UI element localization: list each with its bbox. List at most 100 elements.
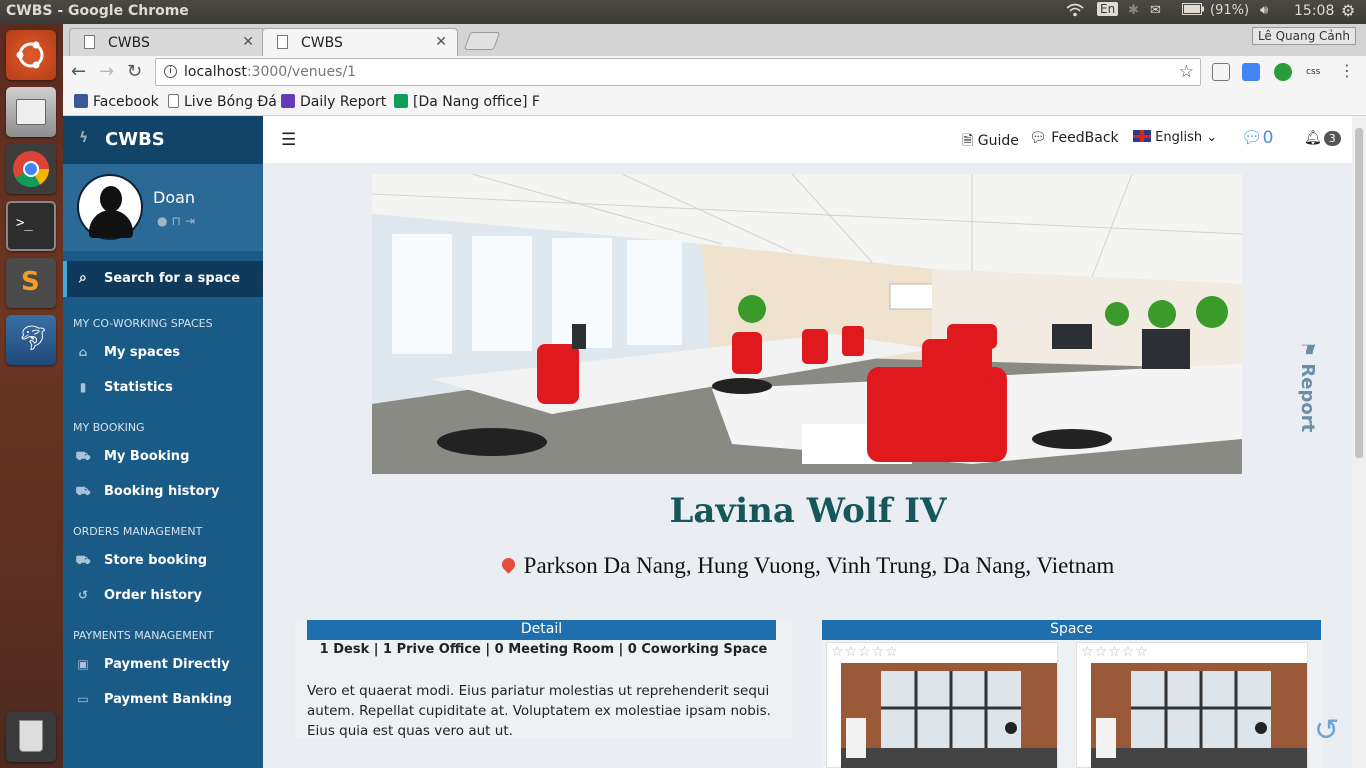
brand-name: CWBS	[105, 129, 165, 150]
venue-hero-image	[372, 174, 1242, 474]
close-tab-icon[interactable]: ✕	[435, 34, 447, 50]
info-icon[interactable]: i	[164, 65, 177, 78]
bar-chart-icon: ▮	[79, 380, 87, 394]
feedback-link[interactable]: 💬︎ FeedBack	[1029, 130, 1119, 146]
sidebar-item-label: Payment Directly	[104, 657, 230, 672]
top-navbar: ☰ 🗎︎ Guide 💬︎ FeedBack English ⌄ 💬︎0 🔔︎ 3	[263, 116, 1366, 163]
profile-button[interactable]: Lê Quang Cảnh	[1251, 27, 1356, 45]
flag-icon: ⚑	[1297, 341, 1318, 358]
terminal-icon[interactable]: >_	[6, 201, 56, 251]
sidebar-item-payment-directly[interactable]: ▣ Payment Directly	[63, 648, 263, 683]
extension-green-icon[interactable]	[1274, 63, 1292, 81]
sidebar-item-store-booking[interactable]: ⛟ Store booking	[63, 544, 263, 579]
url-path: :3000/venues/1	[246, 64, 357, 80]
cart-icon: ⛟	[75, 484, 91, 498]
sublime-text-icon[interactable]: S	[6, 258, 56, 308]
bookmark-da-nang-office[interactable]: [Da Nang office] F	[394, 94, 540, 110]
space-photo[interactable]	[841, 663, 1057, 768]
tab-cwbs-2-active[interactable]: CWBS ✕	[262, 28, 458, 56]
battery-icon[interactable]	[1182, 3, 1204, 19]
detail-description: Vero et quaerat modi. Eius pariatur mole…	[307, 683, 771, 739]
guide-label: Guide	[977, 133, 1019, 149]
map-marker-icon	[498, 555, 518, 574]
home-icon: ⌂	[78, 345, 88, 359]
mysql-workbench-icon[interactable]: 🐬︎	[6, 315, 56, 365]
extension-window-icon[interactable]	[1212, 63, 1230, 81]
scrollbar-thumb[interactable]	[1355, 128, 1363, 458]
venue-title: Lavina Wolf IV	[669, 491, 947, 531]
sidebar-item-label: Store booking	[104, 553, 208, 568]
forward-arrow-icon[interactable]: →	[99, 61, 114, 82]
trash-icon[interactable]	[6, 712, 56, 762]
hamburger-menu-icon[interactable]: ☰	[281, 130, 296, 150]
back-arrow-icon[interactable]: ←	[71, 61, 86, 82]
tab-label: CWBS	[301, 35, 343, 51]
brand[interactable]: ϟ CWBS	[63, 116, 263, 164]
volume-icon[interactable]: 🔊︎	[1260, 3, 1268, 18]
reload-icon[interactable]: ↻	[127, 61, 142, 82]
notifications-button[interactable]: 🔔︎ 3	[1304, 130, 1341, 146]
file-manager-icon[interactable]	[6, 87, 56, 137]
unlock-icon[interactable]: ⊓	[171, 214, 184, 228]
main-content: ☰ 🗎︎ Guide 💬︎ FeedBack English ⌄ 💬︎0 🔔︎ 3	[263, 116, 1366, 768]
bookmark-label: Daily Report	[300, 94, 387, 110]
user-profile-icon[interactable]: ●	[157, 214, 171, 228]
ubuntu-dash-icon[interactable]	[6, 30, 56, 80]
scroll-to-top-refresh-icon[interactable]: ↺	[1314, 713, 1339, 748]
space-card[interactable]: ☆☆☆☆☆	[826, 642, 1058, 768]
chrome-icon[interactable]	[6, 144, 56, 194]
sidebar-item-order-history[interactable]: ↺ Order history	[63, 579, 263, 614]
bookmark-live-bong-da[interactable]: Live Bóng Đá	[168, 94, 277, 110]
sidebar-item-label: Booking history	[104, 484, 220, 499]
browser-window: CWBS ✕ CWBS ✕ Lê Quang Cảnh ← → ↻ i loca…	[63, 24, 1366, 768]
avatar[interactable]	[77, 174, 143, 240]
address-text: Parkson Da Nang, Hung Vuong, Vinh Trung,…	[523, 553, 1115, 578]
css-extension-icon[interactable]: css	[1306, 67, 1324, 85]
browser-toolbar: ← → ↻ i localhost:3000/venues/1 ☆ css ⋮	[63, 56, 1366, 90]
wifi-icon[interactable]	[1066, 3, 1084, 21]
sidebar-item-my-spaces[interactable]: ⌂ My spaces	[63, 336, 263, 371]
section-my-coworking-spaces: MY CO-WORKING SPACES	[73, 317, 213, 330]
window-title: CWBS - Google Chrome	[6, 3, 189, 19]
form-icon	[281, 94, 295, 108]
page-scrollbar[interactable]	[1352, 116, 1366, 768]
bookmark-star-icon[interactable]: ☆	[1179, 62, 1194, 82]
url-host: localhost	[184, 64, 247, 80]
settings-gear-icon[interactable]: ⚙	[1341, 1, 1355, 20]
star-rating[interactable]: ☆☆☆☆☆	[831, 644, 899, 660]
sign-out-icon[interactable]: ⇥	[185, 214, 199, 228]
space-card[interactable]: ☆☆☆☆☆	[1076, 642, 1308, 768]
report-button[interactable]: ⚑ Report	[1297, 341, 1318, 432]
detail-header: Detail	[307, 620, 776, 640]
sidebar-item-my-booking[interactable]: ⛟ My Booking	[63, 440, 263, 475]
sidebar-item-payment-banking[interactable]: ▭ Payment Banking	[63, 683, 263, 718]
translate-extension-icon[interactable]	[1242, 63, 1260, 81]
new-tab-button[interactable]	[463, 32, 501, 50]
search-space-link[interactable]: ⌕ Search for a space	[63, 261, 263, 297]
close-tab-icon[interactable]: ✕	[242, 34, 254, 50]
mail-icon[interactable]: ✉	[1150, 3, 1161, 18]
bookmark-facebook[interactable]: Facebook	[74, 94, 159, 110]
tab-cwbs-1[interactable]: CWBS ✕	[69, 28, 265, 56]
sidebar-item-statistics[interactable]: ▮ Statistics	[63, 371, 263, 406]
clock[interactable]: 15:08	[1294, 3, 1334, 19]
language-dropdown[interactable]: English ⌄	[1133, 130, 1217, 145]
space-photo[interactable]	[1091, 663, 1307, 768]
venue-address: Parkson Da Nang, Hung Vuong, Vinh Trung,…	[263, 553, 1353, 579]
messages-button[interactable]: 💬︎0	[1241, 128, 1273, 148]
star-rating[interactable]: ☆☆☆☆☆	[1081, 644, 1149, 660]
language-label: English	[1155, 130, 1203, 145]
sidebar-item-booking-history[interactable]: ⛟ Booking history	[63, 475, 263, 510]
sidebar-item-label: My Booking	[104, 449, 190, 464]
file-icon: 🗎︎	[962, 133, 974, 149]
sidebar-item-label: Statistics	[104, 380, 173, 395]
report-label: Report	[1297, 363, 1318, 433]
keyboard-indicator[interactable]: En	[1097, 2, 1119, 16]
address-bar[interactable]: i localhost:3000/venues/1 ☆	[155, 58, 1201, 86]
money-icon: ▣	[77, 657, 89, 671]
bluetooth-icon[interactable]: ✱	[1128, 3, 1139, 18]
guide-link[interactable]: 🗎︎ Guide	[962, 130, 1019, 154]
menu-kebab-icon[interactable]: ⋮	[1339, 61, 1355, 80]
section-my-booking: MY BOOKING	[73, 421, 145, 434]
bookmark-daily-report[interactable]: Daily Report	[281, 94, 386, 110]
